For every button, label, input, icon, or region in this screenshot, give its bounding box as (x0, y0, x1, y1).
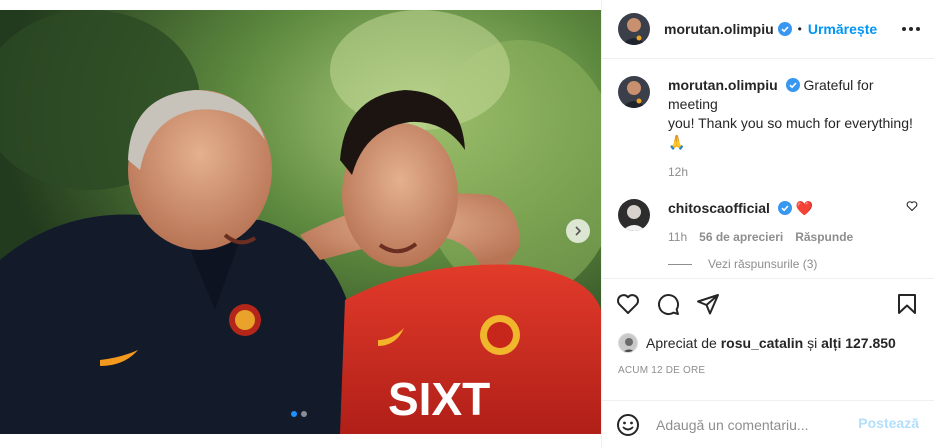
comment-likes-count[interactable]: 56 de aprecieri (699, 230, 783, 244)
avatar-image (618, 199, 650, 231)
carousel-dot (301, 411, 307, 417)
post-image: SIXT (0, 10, 601, 434)
likes-summary: Apreciat de rosu_catalin și alți 127.850 (618, 333, 896, 353)
share-icon[interactable] (696, 292, 720, 316)
comment-meta: 11h 56 de aprecieri Răspunde (668, 230, 921, 244)
comment-icon[interactable] (656, 292, 680, 316)
carousel-dot (291, 411, 297, 417)
caption-emoji: 🙏 (668, 134, 686, 150)
caption-author-avatar[interactable] (618, 76, 650, 108)
heart-icon (906, 201, 918, 212)
verified-badge-icon (777, 201, 792, 215)
likes-prefix: Apreciat de (646, 335, 717, 351)
carousel-next-button[interactable] (566, 219, 590, 243)
caption-text: morutan.olimpiu Grateful for meeting you… (668, 76, 921, 152)
avatar-image (618, 76, 650, 108)
follow-button[interactable]: Urmărește (808, 21, 877, 37)
more-options-icon (902, 27, 920, 31)
comments-section: morutan.olimpiu Grateful for meeting you… (602, 60, 934, 278)
post-details-panel: morutan.olimpiu • Urmărește morutan.olim… (601, 0, 934, 448)
more-options-button[interactable] (901, 19, 921, 39)
chevron-right-icon (575, 226, 582, 236)
header-separator: • (797, 22, 802, 36)
action-buttons (616, 292, 720, 316)
comment-author-avatar[interactable] (618, 199, 650, 231)
reply-button[interactable]: Răspunde (795, 230, 853, 244)
comment-timestamp[interactable]: 11h (668, 230, 687, 244)
view-replies-button[interactable]: Vezi răspunsurile (3) (668, 257, 817, 271)
save-icon[interactable] (895, 292, 919, 316)
comment-author-username[interactable]: chitoscaofficial (668, 200, 770, 216)
caption-timestamp[interactable]: 12h (668, 165, 688, 179)
likes-connector: și (807, 335, 818, 351)
caption-row: morutan.olimpiu Grateful for meeting you… (618, 76, 921, 179)
post-time-ago[interactable]: ACUM 12 DE ORE (618, 365, 705, 376)
caption-body: morutan.olimpiu Grateful for meeting you… (668, 76, 921, 179)
post-header: morutan.olimpiu • Urmărește (602, 0, 934, 59)
liker-avatar[interactable] (618, 333, 638, 353)
verified-badge-icon (785, 78, 800, 92)
caption-author-username[interactable]: morutan.olimpiu (668, 77, 778, 93)
caption-meta: 12h (668, 165, 921, 179)
avatar-image (619, 334, 637, 352)
author-username[interactable]: morutan.olimpiu (664, 21, 774, 37)
sponsor-logo: SIXT (388, 373, 490, 425)
emoji-icon[interactable] (616, 413, 640, 437)
post-photo: SIXT (0, 10, 601, 434)
avatar-image (618, 13, 650, 45)
instagram-post-view: SIXT morutan.olimpiu • Urmărește morutan… (0, 0, 934, 448)
comment-text: chitoscaofficial ❤️ (668, 199, 921, 218)
author-avatar[interactable] (618, 13, 650, 45)
carousel-dots (291, 411, 307, 417)
likes-others[interactable]: alți 127.850 (821, 335, 896, 351)
add-comment-bar: Postează (602, 400, 934, 448)
comment-emoji: ❤️ (795, 200, 814, 216)
comment-body: chitoscaofficial ❤️ 11h 56 de aprecieri … (668, 199, 921, 244)
like-comment-button[interactable] (906, 199, 918, 215)
comment-input[interactable] (656, 416, 846, 433)
liker-username[interactable]: rosu_catalin (721, 335, 803, 351)
view-replies-label: Vezi răspunsurile (3) (708, 257, 818, 271)
verified-badge-icon (777, 22, 792, 36)
replies-divider (668, 263, 692, 265)
post-comment-button[interactable]: Postează (858, 415, 919, 431)
comment-row: chitoscaofficial ❤️ 11h 56 de aprecieri … (618, 199, 921, 244)
caption-line-2: you! Thank you so much for everything! (668, 115, 913, 131)
heart-icon[interactable] (616, 292, 640, 316)
post-actions-area: Apreciat de rosu_catalin și alți 127.850… (602, 278, 934, 400)
